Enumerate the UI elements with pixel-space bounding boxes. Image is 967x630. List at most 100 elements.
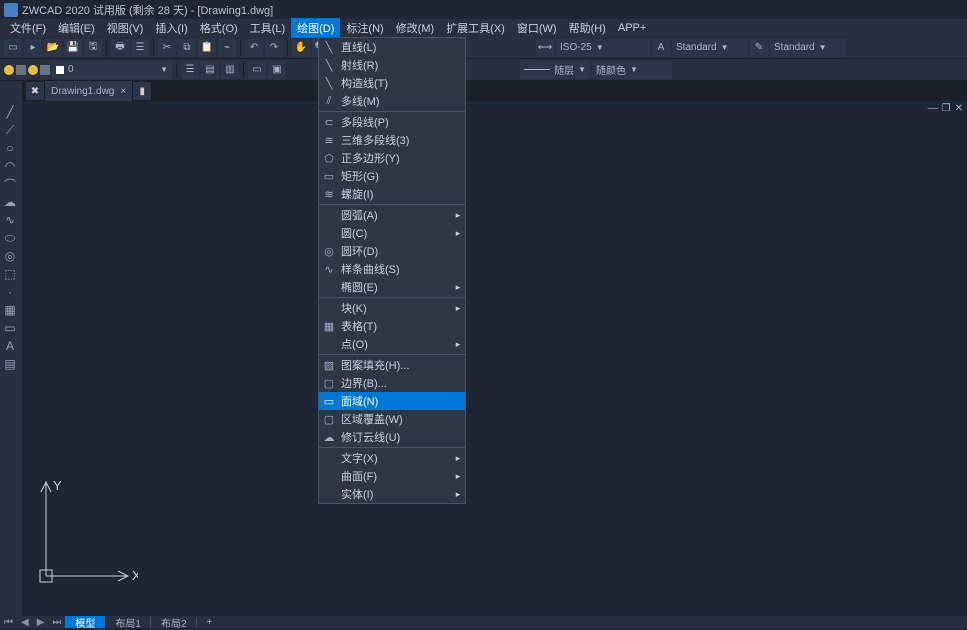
menu-file[interactable]: 文件(F) bbox=[4, 18, 52, 38]
plot-icon[interactable]: 🖶 bbox=[111, 39, 129, 57]
menu-item-ellipse[interactable]: 椭圆(E)▸ bbox=[319, 278, 465, 296]
menu-item-spline[interactable]: ∿样条曲线(S) bbox=[319, 260, 465, 278]
table-icon[interactable]: ▤ bbox=[0, 355, 20, 373]
match-icon[interactable]: ⌁ bbox=[218, 39, 236, 57]
tab-add[interactable]: + bbox=[197, 616, 223, 628]
layer-tool-icon[interactable]: ▣ bbox=[268, 61, 286, 79]
menu-format[interactable]: 格式(O) bbox=[194, 18, 244, 38]
restore-icon[interactable]: ❐ bbox=[942, 103, 951, 114]
close-icon[interactable]: × bbox=[120, 86, 126, 97]
menu-item-ray[interactable]: ╲射线(R) bbox=[319, 56, 465, 74]
menu-view[interactable]: 视图(V) bbox=[101, 18, 150, 38]
tab-scroll-next-icon[interactable]: ▶ bbox=[33, 617, 49, 628]
menu-item-point[interactable]: 点(O)▸ bbox=[319, 335, 465, 353]
line-icon[interactable]: ╱ bbox=[0, 103, 20, 121]
tab-scroll-last-icon[interactable]: ⏭ bbox=[48, 617, 65, 628]
spline-icon[interactable]: ∿ bbox=[0, 211, 20, 229]
separator bbox=[319, 297, 465, 298]
close-icon[interactable]: ✕ bbox=[955, 103, 963, 114]
menu-item-line[interactable]: ╲直线(L) bbox=[319, 38, 465, 56]
document-tab[interactable]: Drawing1.dwg × bbox=[45, 81, 132, 101]
tab-model[interactable]: 模型 bbox=[65, 616, 105, 628]
menu-item-donut[interactable]: ◎圆环(D) bbox=[319, 242, 465, 260]
menu-extend[interactable]: 扩展工具(X) bbox=[440, 18, 511, 38]
layer-state-icons[interactable] bbox=[4, 65, 50, 75]
layer-tool-icon[interactable]: ▭ bbox=[248, 61, 266, 79]
pin-icon[interactable]: ✖ bbox=[26, 82, 44, 100]
revcloud-icon[interactable]: ☁ bbox=[0, 193, 20, 211]
textstyle-combo[interactable]: Standard▼ bbox=[672, 39, 748, 57]
arc2-icon[interactable]: ⌒ bbox=[0, 175, 20, 193]
tab-layout2[interactable]: 布局2 bbox=[151, 616, 197, 628]
menu-item-surface[interactable]: 曲面(F)▸ bbox=[319, 467, 465, 485]
menu-item-block[interactable]: 块(K)▸ bbox=[319, 299, 465, 317]
minimize-icon[interactable]: — bbox=[928, 103, 938, 114]
menu-item-xline[interactable]: ╲构造线(T) bbox=[319, 74, 465, 92]
arc-icon[interactable]: ◠ bbox=[0, 157, 20, 175]
text-icon[interactable]: A bbox=[0, 337, 20, 355]
menu-item-pline[interactable]: ⊂多段线(P) bbox=[319, 113, 465, 131]
menu-item-mline[interactable]: ⫽多线(M) bbox=[319, 92, 465, 110]
menu-item-polygon[interactable]: ⬠正多边形(Y) bbox=[319, 149, 465, 167]
menu-item-solid[interactable]: 实体(I)▸ bbox=[319, 485, 465, 503]
menu-window[interactable]: 窗口(W) bbox=[511, 18, 563, 38]
menu-draw[interactable]: 绘图(D) bbox=[291, 18, 340, 38]
new-icon[interactable]: ▭ bbox=[4, 39, 22, 57]
tab-scroll-first-icon[interactable]: ⏮ bbox=[0, 617, 17, 628]
menu-item-hatch[interactable]: ▨图案填充(H)... bbox=[319, 356, 465, 374]
tab-scroll-prev-icon[interactable]: ◀ bbox=[17, 617, 33, 628]
layer-tool-icon[interactable]: ▥ bbox=[221, 61, 239, 79]
menu-item-poly3d[interactable]: ≊三维多段线(3) bbox=[319, 131, 465, 149]
region-icon[interactable]: ▭ bbox=[0, 319, 20, 337]
open-folder-icon[interactable]: 📂 bbox=[44, 39, 62, 57]
donut-icon[interactable]: ◎ bbox=[0, 247, 20, 265]
layer-tool-icon[interactable]: ▤ bbox=[201, 61, 219, 79]
menu-dim[interactable]: 标注(N) bbox=[340, 18, 389, 38]
menu-item-rect[interactable]: ▭矩形(G) bbox=[319, 167, 465, 185]
pline-icon[interactable]: ⟋ bbox=[0, 121, 20, 139]
save-icon[interactable]: 💾 bbox=[64, 39, 82, 57]
preview-icon[interactable]: ☰ bbox=[131, 39, 149, 57]
paste-icon[interactable]: 📋 bbox=[198, 39, 216, 57]
menu-item-text[interactable]: 文字(X)▸ bbox=[319, 449, 465, 467]
copy-icon[interactable]: ⧉ bbox=[178, 39, 196, 57]
combo-value: Standard bbox=[676, 42, 717, 53]
tab-layout1[interactable]: 布局1 bbox=[105, 616, 151, 628]
menu-item-boundary[interactable]: ▢边界(B)... bbox=[319, 374, 465, 392]
redo-icon[interactable]: ↷ bbox=[265, 39, 283, 57]
linetype-combo[interactable]: 随层 ▼ bbox=[520, 61, 590, 79]
menu-help[interactable]: 帮助(H) bbox=[563, 18, 612, 38]
menu-item-region[interactable]: ▭面域(N) bbox=[319, 392, 465, 410]
style-combo[interactable]: Standard▼ bbox=[770, 39, 846, 57]
menu-modify[interactable]: 修改(M) bbox=[390, 18, 441, 38]
saveas-icon[interactable]: 🖫 bbox=[84, 39, 102, 57]
open-icon[interactable]: ▸ bbox=[24, 39, 42, 57]
drawing-area[interactable]: — ❐ ✕ Y X bbox=[22, 101, 967, 616]
circle-icon[interactable]: ○ bbox=[0, 139, 20, 157]
pan-icon[interactable]: ✋ bbox=[292, 39, 310, 57]
layer-combo[interactable]: 0 ▼ bbox=[52, 61, 172, 79]
menu-tool[interactable]: 工具(L) bbox=[244, 18, 291, 38]
block-icon[interactable]: ⬚ bbox=[0, 265, 20, 283]
open-folder-icon[interactable]: ▮ bbox=[133, 82, 151, 100]
menu-item-revcloud[interactable]: ☁修订云线(U) bbox=[319, 428, 465, 446]
menu-app[interactable]: APP+ bbox=[612, 20, 652, 36]
hatch-icon[interactable]: ▦ bbox=[0, 301, 20, 319]
ellipse-icon[interactable]: ⬭ bbox=[0, 229, 20, 247]
menu-insert[interactable]: 插入(I) bbox=[149, 18, 193, 38]
menu-item-spiral[interactable]: ≋螺旋(I) bbox=[319, 185, 465, 203]
menu-item-arc[interactable]: 圆弧(A)▸ bbox=[319, 206, 465, 224]
textstyle-icon[interactable]: A bbox=[652, 39, 670, 57]
menu-item-wipeout[interactable]: ▢区域覆盖(W) bbox=[319, 410, 465, 428]
point-icon[interactable]: · bbox=[0, 283, 20, 301]
dimstyle-combo[interactable]: ISO-25▼ bbox=[556, 39, 650, 57]
menu-item-circle[interactable]: 圆(C)▸ bbox=[319, 224, 465, 242]
undo-icon[interactable]: ↶ bbox=[245, 39, 263, 57]
layer-tool-icon[interactable]: ☰ bbox=[181, 61, 199, 79]
style-icon[interactable]: ✎ bbox=[750, 39, 768, 57]
menu-edit[interactable]: 编辑(E) bbox=[52, 18, 101, 38]
menu-item-table[interactable]: ▦表格(T) bbox=[319, 317, 465, 335]
dim-icon[interactable]: ⟷ bbox=[536, 39, 554, 57]
color-combo[interactable]: 随颜色 ▼ bbox=[592, 61, 672, 79]
cut-icon[interactable]: ✂ bbox=[158, 39, 176, 57]
